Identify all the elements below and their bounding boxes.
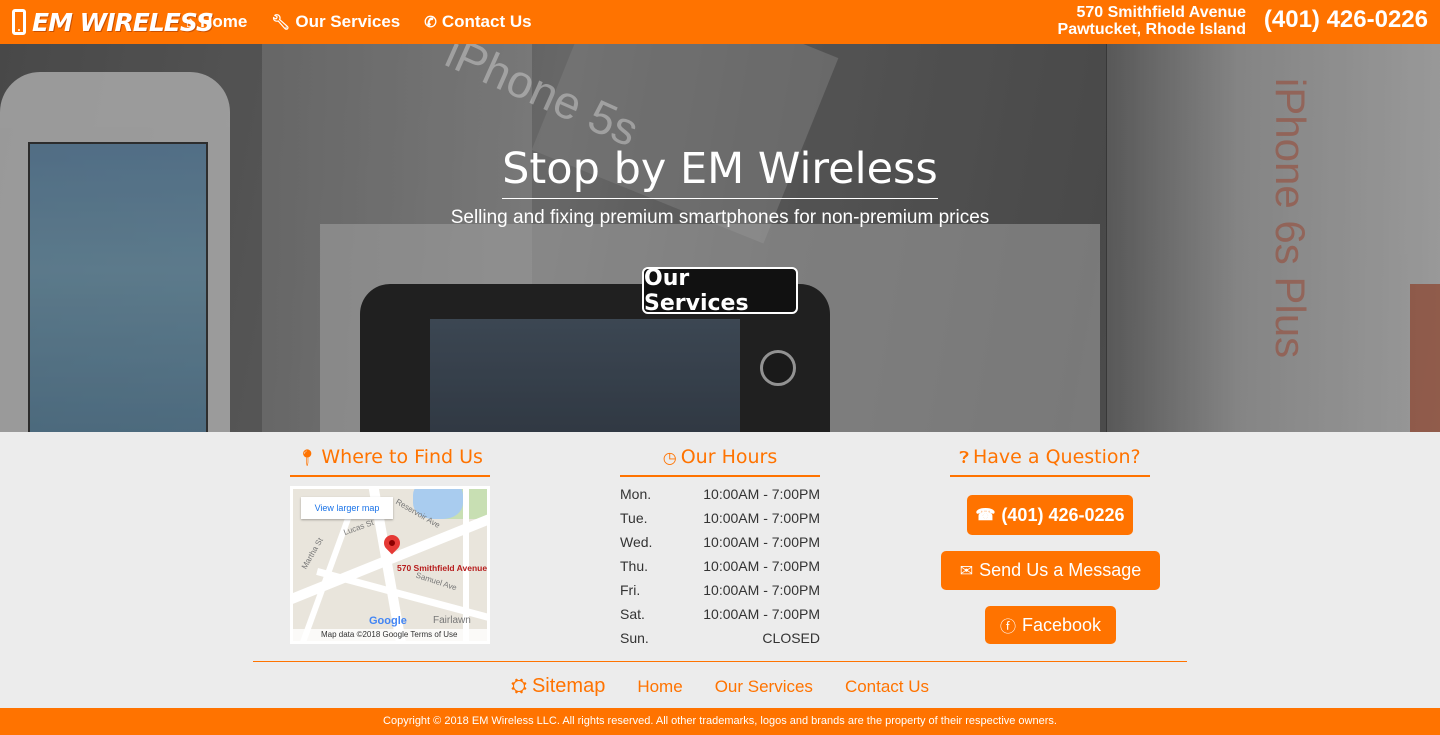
sitemap-link-contact[interactable]: Contact Us — [845, 677, 929, 697]
nav-link-label: Contact Us — [441, 12, 532, 31]
nav-links: ⌂ Home 🔧︎ Our Services ✆ Contact Us — [186, 0, 532, 44]
send-message-label: Send Us a Message — [979, 560, 1142, 580]
hours-time: 10:00AM - 7:00PM — [703, 606, 820, 622]
clock-icon: ◷ — [662, 448, 677, 467]
facebook-label: Facebook — [1021, 614, 1102, 635]
nav-phone-number[interactable]: (401) 426-0226 — [1264, 6, 1428, 34]
hours-row: Thu. 10:00AM - 7:00PM — [620, 558, 820, 582]
hours-row: Sun. CLOSED — [620, 630, 820, 654]
hours-day: Wed. — [620, 534, 653, 550]
hours-day: Mon. — [620, 486, 652, 502]
map-marker-icon: 📍︎ — [297, 448, 318, 467]
nav-link-label: Home — [200, 12, 248, 31]
sitemap-icon: ⛭ — [510, 675, 527, 697]
map-street-label: Martha St — [299, 536, 325, 571]
google-logo: Google — [369, 615, 407, 627]
hero-title: Stop by EM Wireless — [0, 144, 1440, 199]
facebook-icon: ⓕ — [999, 619, 1016, 636]
hours-time: 10:00AM - 7:00PM — [703, 534, 820, 550]
send-message-button[interactable]: ✉ Send Us a Message — [941, 551, 1160, 590]
phone-square-icon: ☎ — [975, 507, 996, 524]
hours-time: 10:00AM - 7:00PM — [703, 510, 820, 526]
call-phone-label: (401) 426-0226 — [1001, 504, 1125, 525]
map-street-label: Samuel Ave — [414, 570, 458, 593]
hours-row: Tue. 10:00AM - 7:00PM — [620, 510, 820, 534]
sitemap-title-text: Sitemap — [531, 675, 606, 697]
question-heading: ❓︎ Have a Question? — [950, 446, 1150, 477]
nav-link-contact[interactable]: ✆ Contact Us — [424, 12, 531, 32]
nav-address: 570 Smithfield Avenue Pawtucket, Rhode I… — [1058, 4, 1246, 38]
sitemap-link-home[interactable]: Home — [637, 677, 682, 697]
facebook-button[interactable]: ⓕ Facebook — [985, 606, 1116, 644]
nav-link-home[interactable]: ⌂ Home — [186, 12, 247, 32]
sitemap: ⛭ Sitemap Home Our Services Contact Us — [0, 675, 1440, 698]
hours-time: 10:00AM - 7:00PM — [703, 558, 820, 574]
hours-day: Sat. — [620, 606, 645, 622]
map-street-label: Fairlawn — [433, 615, 471, 626]
hero-overlay — [0, 44, 1440, 432]
question-circle-icon: ❓︎ — [959, 448, 969, 467]
nav-link-label: Our Services — [295, 12, 401, 31]
brand-logo[interactable]: EM WIRELESS — [12, 5, 214, 39]
our-services-button[interactable]: Our Services — [642, 266, 798, 316]
hours-time: CLOSED — [762, 630, 820, 646]
location-map[interactable]: Reservoir Ave Lucas St Martha St Samuel … — [290, 486, 490, 644]
call-phone-button[interactable]: ☎ (401) 426-0226 — [967, 495, 1133, 535]
phone-icon: ✆ — [424, 14, 437, 31]
hours-day: Sun. — [620, 630, 649, 646]
hours-row: Mon. 10:00AM - 7:00PM — [620, 486, 820, 510]
info-section: 📍︎ Where to Find Us ◷ Our Hours ❓︎ Have a Q… — [0, 432, 1440, 708]
section-divider — [253, 661, 1187, 662]
wrench-icon: 🔧︎ — [271, 14, 291, 31]
hours-table: Mon. 10:00AM - 7:00PM Tue. 10:00AM - 7:00P… — [620, 486, 820, 654]
where-heading-text: Where to Find Us — [321, 446, 483, 468]
sitemap-title: ⛭ Sitemap — [511, 675, 605, 698]
hours-time: 10:00AM - 7:00PM — [703, 486, 820, 502]
nav-link-services[interactable]: 🔧︎ Our Services — [271, 12, 400, 32]
hours-day: Thu. — [620, 558, 649, 574]
hours-day: Tue. — [620, 510, 648, 526]
hours-row: Wed. 10:00AM - 7:00PM — [620, 534, 820, 558]
footer: Copyright © 2018 EM Wireless LLC. All ri… — [0, 708, 1440, 735]
hours-day: Fri. — [620, 582, 641, 598]
address-line-1: 570 Smithfield Avenue — [1076, 4, 1246, 21]
sitemap-link-services[interactable]: Our Services — [715, 677, 813, 697]
address-line-2: Pawtucket, Rhode Island — [1057, 21, 1246, 38]
hero-banner: iPhone 5s iPhone 6s Plus Stop by EM Wire… — [0, 44, 1440, 432]
where-heading: 📍︎ Where to Find Us — [290, 446, 490, 477]
view-larger-map-link[interactable]: View larger map — [301, 497, 393, 519]
mobile-phone-icon — [12, 9, 26, 35]
hours-heading-text: Our Hours — [680, 446, 778, 468]
home-icon: ⌂ — [186, 13, 196, 31]
map-attribution[interactable]: Map data ©2018 Google Terms of Use — [293, 629, 487, 641]
hours-heading: ◷ Our Hours — [620, 446, 820, 477]
hours-row: Sat. 10:00AM - 7:00PM — [620, 606, 820, 630]
hours-row: Fri. 10:00AM - 7:00PM — [620, 582, 820, 606]
question-heading-text: Have a Question? — [972, 446, 1141, 468]
copyright-text: Copyright © 2018 EM Wireless LLC. All ri… — [383, 715, 1057, 727]
navbar: EM WIRELESS ⌂ Home 🔧︎ Our Services ✆ Con… — [0, 0, 1440, 44]
envelope-icon: ✉ — [959, 562, 974, 580]
hours-time: 10:00AM - 7:00PM — [703, 582, 820, 598]
hero-subtitle: Selling and fixing premium smartphones f… — [450, 207, 990, 228]
map-address-label: 570 Smithfield Avenue — [397, 563, 488, 573]
hero-title-text: Stop by EM Wireless — [502, 144, 938, 199]
